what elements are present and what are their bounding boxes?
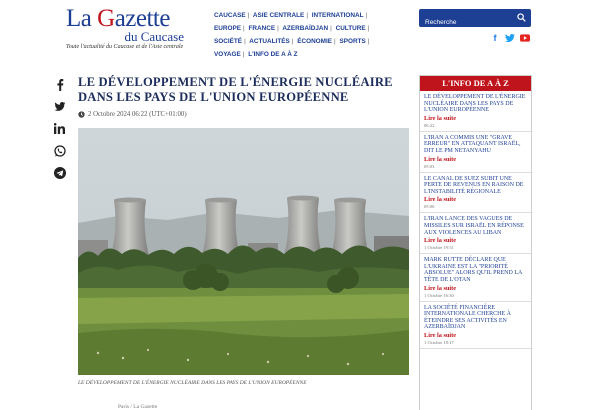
news-item-title[interactable]: LE CANAL DE SUEZ SUBIT UNE PERTE DE REVE…: [424, 176, 527, 196]
read-more-link[interactable]: Lire la suite: [424, 115, 527, 122]
news-item-title[interactable]: L'IRAN A COMMIS UNE "GRAVE ERREUR" EN AT…: [424, 135, 527, 155]
facebook-icon[interactable]: f: [490, 33, 500, 43]
news-item-time: 1 Octobre 18:17: [424, 339, 454, 345]
sidebar-heading: L'INFO DE A À Z: [420, 76, 531, 91]
list-item: L'IRAN A COMMIS UNE "GRAVE ERREUR" EN AT…: [420, 132, 531, 173]
nav-item-sports[interactable]: SPORTS: [339, 38, 365, 45]
search-icon[interactable]: [517, 13, 526, 22]
search-box: [419, 9, 531, 32]
nav-item-voyage[interactable]: VOYAGE: [214, 51, 241, 58]
list-item: L'IRAN LANCE DES VAGUES DE MISSILES SUR …: [420, 213, 531, 255]
read-more-link[interactable]: Lire la suite: [424, 332, 527, 339]
news-item-time: 1 Octobre 16:30: [424, 292, 454, 298]
image-caption: LE DÉVELOPPEMENT DE L'ÉNERGIE NUCLÉAIRE …: [78, 380, 307, 386]
search-input[interactable]: [419, 13, 511, 32]
read-more-link[interactable]: Lire la suite: [424, 285, 527, 292]
news-item-time: 05:03: [424, 163, 435, 169]
facebook-share-icon[interactable]: [53, 78, 66, 91]
nav-item-france[interactable]: FRANCE: [248, 25, 275, 32]
linkedin-share-icon[interactable]: [53, 122, 66, 135]
list-item: LE DÉVELOPPEMENT DE L'ÉNERGIE NUCLÉAIRE …: [420, 91, 531, 132]
news-sidebar: L'INFO DE A À Z LE DÉVELOPPEMENT DE L'ÉN…: [419, 75, 532, 410]
read-more-link[interactable]: Lire la suite: [424, 156, 527, 163]
article-date-text: 2 Octobre 2024 06:22 (UTC+01:00): [88, 111, 187, 118]
read-more-link[interactable]: Lire la suite: [424, 196, 527, 203]
share-bar: [53, 78, 66, 179]
logo-subtitle: du Caucase: [124, 29, 184, 44]
news-item-title[interactable]: L'IRAN LANCE DES VAGUES DE MISSILES SUR …: [424, 216, 527, 236]
news-item-time: 06:22: [424, 122, 435, 128]
main-nav: CAUCASE | ASIE CENTRALE | INTERNATIONAL | E…: [214, 12, 370, 58]
article-image: [78, 128, 409, 375]
news-item-title[interactable]: LA SOCIÉTÉ FINANCIÈRE INTERNATIONALE CHE…: [424, 305, 527, 331]
nav-item-actualites[interactable]: ACTUALITÉS: [249, 38, 289, 45]
nav-item-economie[interactable]: ÉCONOMIE: [297, 38, 332, 45]
nav-item-societe[interactable]: SOCIÉTÉ: [214, 38, 242, 45]
nav-item-asie-centrale[interactable]: ASIE CENTRALE: [253, 12, 304, 19]
nav-item-caucase[interactable]: CAUCASE: [214, 12, 246, 19]
logo-title: La Gazette: [66, 5, 170, 32]
list-item: LE CANAL DE SUEZ SUBIT UNE PERTE DE REVE…: [420, 173, 531, 214]
clock-icon: [78, 111, 85, 118]
list-item: LA SOCIÉTÉ FINANCIÈRE INTERNATIONALE CHE…: [420, 302, 531, 349]
logo-tagline: Toute l'actualité du Caucase et de l'Asi…: [66, 44, 184, 50]
read-more-link[interactable]: Lire la suite: [424, 237, 527, 244]
article-title: LE DÉVELOPPEMENT DE L'ÉNERGIE NUCLÉAIRE …: [78, 75, 393, 104]
news-item-title[interactable]: MARK RUTTE DÉCLARE QUE L'UKRAINE EST LA …: [424, 257, 527, 283]
twitter-icon[interactable]: [505, 33, 515, 43]
news-item-title[interactable]: LE DÉVELOPPEMENT DE L'ÉNERGIE NUCLÉAIRE …: [424, 94, 527, 114]
twitter-share-icon[interactable]: [53, 100, 66, 113]
nav-item-info-a-z[interactable]: L'INFO DE A À Z: [248, 51, 297, 58]
social-links: f: [490, 33, 530, 43]
nav-item-culture[interactable]: CULTURE: [336, 25, 366, 32]
nav-item-international[interactable]: INTERNATIONAL: [312, 12, 364, 19]
article-byline: Paris / La Gazette: [118, 404, 158, 410]
whatsapp-share-icon[interactable]: [53, 144, 66, 157]
youtube-icon[interactable]: [520, 33, 530, 43]
article-date: 2 Octobre 2024 06:22 (UTC+01:00): [78, 111, 187, 118]
news-item-time: 1 Octobre 19:51: [424, 245, 454, 251]
list-item: MARK RUTTE DÉCLARE QUE L'UKRAINE EST LA …: [420, 254, 531, 302]
site-logo[interactable]: La Gazette du Caucase Toute l'actualité …: [66, 6, 196, 50]
telegram-share-icon[interactable]: [53, 166, 66, 179]
news-item-time: 05:06: [424, 204, 435, 210]
nav-item-azerbaidjan[interactable]: AZERBAÏDJAN: [282, 25, 328, 32]
nav-item-europe[interactable]: EUROPE: [214, 25, 241, 32]
